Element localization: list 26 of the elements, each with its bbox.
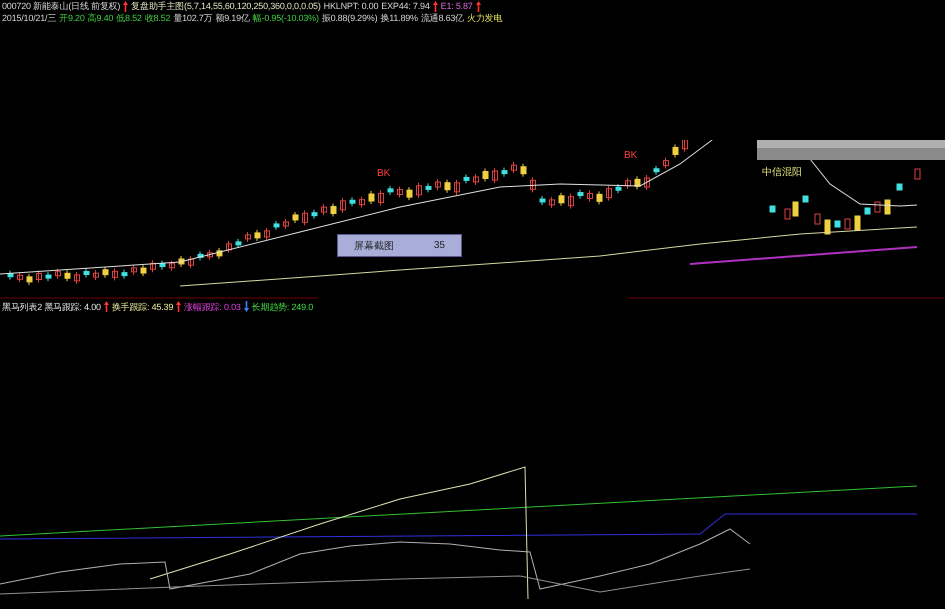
header-text: EXP44: 7.94 (381, 0, 430, 12)
quote-field: 流通8.63亿 (420, 12, 464, 24)
quote-field: 低8.52 (116, 12, 142, 24)
header-text: 000720 新能泰山(日线 前复权) (2, 0, 120, 12)
tooltip-value: 35 (434, 240, 445, 251)
quote-field: 高9.40 (88, 12, 114, 24)
header-text: 复盘助手主图(5,7,14,55,60,120,250,360,0,0,0.05) (131, 0, 321, 12)
quote-field: 收8.52 (144, 12, 170, 24)
chart-label: BK (624, 150, 638, 161)
chart-label: 中信混阳 (762, 166, 802, 179)
indicator-value: 黑马列表2 黑马跟踪: 4.00 (2, 300, 101, 312)
quote-field: 2015/10/21/三 (2, 12, 56, 24)
header-text: HKLNPT: 0.00 (324, 0, 378, 12)
indicator-value: 长期趋势: 249.0 (252, 300, 314, 312)
indicator-value: 换手跟踪: 45.39 (112, 300, 174, 312)
tooltip-label: 屏幕截图 (354, 240, 394, 252)
indicator-value: 涨幅跟踪: 0.03 (184, 300, 241, 312)
quote-field: 额9.19亿 (215, 12, 250, 24)
quote-field: 开9.20 (59, 12, 85, 24)
chart-label: BK (377, 168, 390, 179)
quote-field: 火力发电 (467, 12, 502, 24)
quote-field: 量102.7万 (173, 12, 212, 24)
header-text: E1: 5.87 (440, 0, 473, 12)
quote-field: 幅-0.95(-10.03%) (252, 12, 319, 24)
quote-field: 换11.89% (380, 12, 418, 24)
quote-field: 振0.88(9.29%) (322, 12, 378, 24)
